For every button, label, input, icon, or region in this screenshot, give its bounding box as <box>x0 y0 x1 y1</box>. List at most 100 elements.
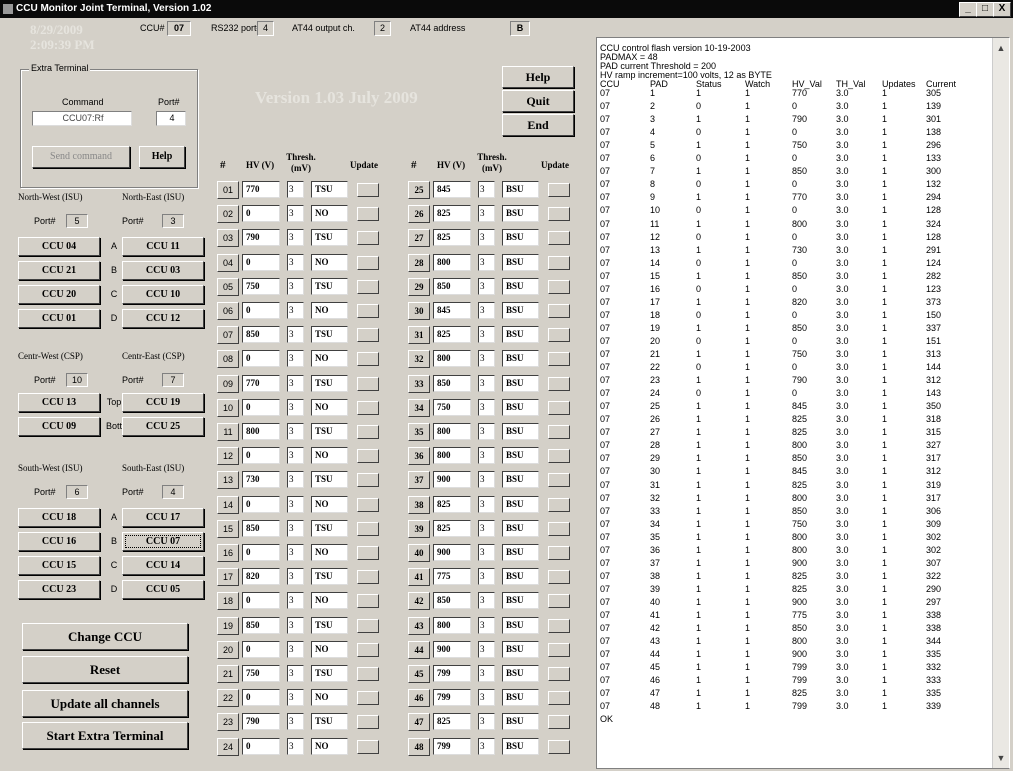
send-command-button[interactable]: Send command <box>32 146 130 168</box>
thresh-input[interactable]: 3 <box>478 496 495 513</box>
mode-input[interactable]: BSU <box>502 350 539 367</box>
update-channel-button[interactable] <box>357 498 379 512</box>
mode-input[interactable]: BSU <box>502 568 539 585</box>
thresh-input[interactable]: 3 <box>478 738 495 755</box>
hv-input[interactable]: 730 <box>242 471 280 488</box>
thresh-input[interactable]: 3 <box>287 181 304 198</box>
right-port-field[interactable]: 4 <box>162 485 184 499</box>
update-channel-button[interactable] <box>548 522 570 536</box>
hv-input[interactable]: 0 <box>242 399 280 416</box>
update-channel-button[interactable] <box>357 740 379 754</box>
thresh-input[interactable]: 3 <box>287 713 304 730</box>
hv-input[interactable]: 825 <box>433 496 471 513</box>
hv-input[interactable]: 850 <box>433 278 471 295</box>
left-port-field[interactable]: 6 <box>66 485 88 499</box>
hv-input[interactable]: 825 <box>433 229 471 246</box>
update-channel-button[interactable] <box>548 304 570 318</box>
hv-input[interactable]: 799 <box>433 738 471 755</box>
mode-input[interactable]: NO <box>311 544 348 561</box>
update-channel-button[interactable] <box>548 352 570 366</box>
update-channel-button[interactable] <box>548 570 570 584</box>
thresh-input[interactable]: 3 <box>287 617 304 634</box>
mode-input[interactable]: TSU <box>311 568 348 585</box>
mode-input[interactable]: BSU <box>502 399 539 416</box>
hv-input[interactable]: 850 <box>242 617 280 634</box>
thresh-input[interactable]: 3 <box>478 520 495 537</box>
hv-input[interactable]: 790 <box>242 713 280 730</box>
update-channel-button[interactable] <box>357 522 379 536</box>
thresh-input[interactable]: 3 <box>287 326 304 343</box>
mode-input[interactable]: NO <box>311 496 348 513</box>
update-channel-button[interactable] <box>548 425 570 439</box>
thresh-input[interactable]: 3 <box>287 375 304 392</box>
thresh-input[interactable]: 3 <box>287 399 304 416</box>
thresh-input[interactable]: 3 <box>287 665 304 682</box>
ccu-button-selected[interactable]: CCU 07 <box>122 532 204 551</box>
hv-input[interactable]: 750 <box>242 665 280 682</box>
mode-input[interactable]: NO <box>311 302 348 319</box>
hv-input[interactable]: 0 <box>242 738 280 755</box>
thresh-input[interactable]: 3 <box>478 641 495 658</box>
mode-input[interactable]: NO <box>311 738 348 755</box>
thresh-input[interactable]: 3 <box>478 302 495 319</box>
update-channel-button[interactable] <box>548 401 570 415</box>
mode-input[interactable]: NO <box>311 350 348 367</box>
at44-address-field[interactable]: B <box>510 21 530 36</box>
mode-input[interactable]: TSU <box>311 229 348 246</box>
thresh-input[interactable]: 3 <box>478 205 495 222</box>
hv-input[interactable]: 0 <box>242 447 280 464</box>
mode-input[interactable]: TSU <box>311 181 348 198</box>
left-port-field[interactable]: 5 <box>66 214 88 228</box>
output-log[interactable]: CCU control flash version 10-19-2003 PADM… <box>596 37 1010 769</box>
scroll-up-icon[interactable]: ▲ <box>993 40 1009 56</box>
thresh-input[interactable]: 3 <box>478 229 495 246</box>
hv-input[interactable]: 0 <box>242 592 280 609</box>
hv-input[interactable]: 825 <box>433 326 471 343</box>
output-scrollbar[interactable]: ▲ ▼ <box>992 38 1009 768</box>
scroll-down-icon[interactable]: ▼ <box>993 750 1009 766</box>
hv-input[interactable]: 800 <box>242 423 280 440</box>
mode-input[interactable]: TSU <box>311 278 348 295</box>
right-port-field[interactable]: 3 <box>162 214 184 228</box>
thresh-input[interactable]: 3 <box>478 254 495 271</box>
mode-input[interactable]: BSU <box>502 665 539 682</box>
hv-input[interactable]: 900 <box>433 471 471 488</box>
update-channel-button[interactable] <box>357 570 379 584</box>
mode-input[interactable]: TSU <box>311 375 348 392</box>
terminal-help-button[interactable]: Help <box>139 146 185 168</box>
update-channel-button[interactable] <box>548 207 570 221</box>
thresh-input[interactable]: 3 <box>478 592 495 609</box>
hv-input[interactable]: 800 <box>433 423 471 440</box>
mode-input[interactable]: BSU <box>502 738 539 755</box>
hv-input[interactable]: 820 <box>242 568 280 585</box>
update-channel-button[interactable] <box>548 377 570 391</box>
hv-input[interactable]: 775 <box>433 568 471 585</box>
ccu-button[interactable]: CCU 17 <box>122 508 204 527</box>
update-channel-button[interactable] <box>357 183 379 197</box>
thresh-input[interactable]: 3 <box>478 350 495 367</box>
hv-input[interactable]: 0 <box>242 496 280 513</box>
ccu-button[interactable]: CCU 11 <box>122 237 204 256</box>
mode-input[interactable]: NO <box>311 399 348 416</box>
update-channel-button[interactable] <box>548 498 570 512</box>
at44-channel-field[interactable]: 2 <box>374 21 391 36</box>
mode-input[interactable]: TSU <box>311 713 348 730</box>
command-input[interactable]: CCU07:Rf <box>32 111 132 126</box>
update-channel-button[interactable] <box>548 449 570 463</box>
thresh-input[interactable]: 3 <box>287 738 304 755</box>
ccu-button[interactable]: CCU 21 <box>18 261 100 280</box>
update-channel-button[interactable] <box>357 546 379 560</box>
mode-input[interactable]: BSU <box>502 641 539 658</box>
hv-input[interactable]: 750 <box>433 399 471 416</box>
hv-input[interactable]: 800 <box>433 447 471 464</box>
mode-input[interactable]: BSU <box>502 689 539 706</box>
update-channel-button[interactable] <box>357 256 379 270</box>
action-button[interactable]: Start Extra Terminal <box>22 722 188 749</box>
update-channel-button[interactable] <box>357 715 379 729</box>
hv-input[interactable]: 770 <box>242 375 280 392</box>
update-channel-button[interactable] <box>357 352 379 366</box>
thresh-input[interactable]: 3 <box>478 689 495 706</box>
mode-input[interactable]: TSU <box>311 520 348 537</box>
mode-input[interactable]: TSU <box>311 471 348 488</box>
update-channel-button[interactable] <box>548 594 570 608</box>
